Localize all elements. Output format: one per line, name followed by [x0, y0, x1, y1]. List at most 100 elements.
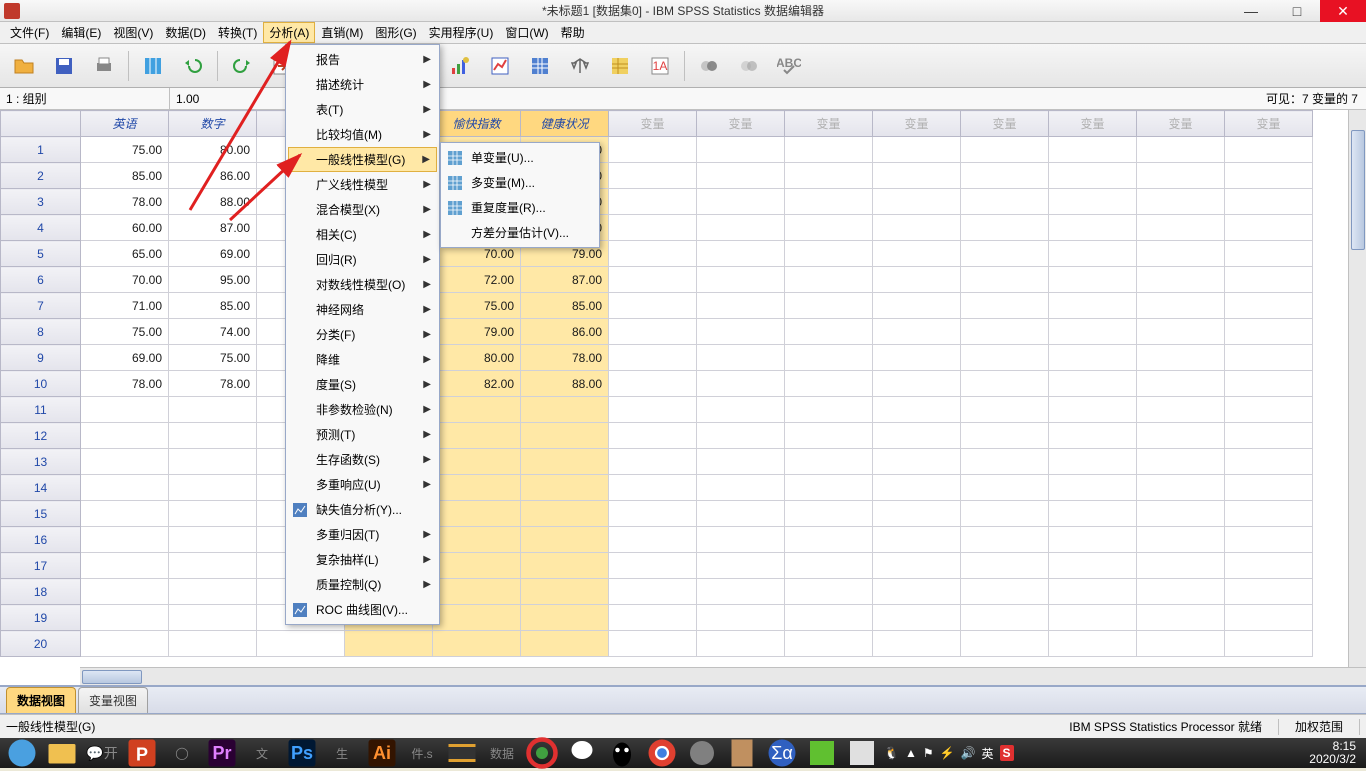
column-header[interactable]: 变量	[1137, 111, 1225, 137]
analyze-item-回归R[interactable]: 回归(R)▶	[288, 247, 437, 272]
analyze-item-ROC曲线图V[interactable]: ROC 曲线图(V)...	[288, 597, 437, 622]
data-cell[interactable]	[873, 163, 961, 189]
data-cell[interactable]	[81, 397, 169, 423]
data-cell[interactable]	[1225, 579, 1313, 605]
data-cell[interactable]	[169, 397, 257, 423]
data-cell[interactable]	[1137, 241, 1225, 267]
data-cell[interactable]	[521, 423, 609, 449]
data-cell[interactable]	[697, 397, 785, 423]
taskbar-clock[interactable]: 8:15 2020/3/2	[1309, 740, 1362, 766]
maximize-button[interactable]: □	[1274, 0, 1320, 22]
row-header[interactable]: 16	[1, 527, 81, 553]
data-cell[interactable]	[169, 475, 257, 501]
data-cell[interactable]: 79.00	[433, 319, 521, 345]
data-cell[interactable]	[609, 241, 697, 267]
data-cell[interactable]	[1137, 397, 1225, 423]
data-cell[interactable]: 72.00	[433, 267, 521, 293]
data-cell[interactable]	[609, 189, 697, 215]
row-header[interactable]: 17	[1, 553, 81, 579]
data-cell[interactable]	[1137, 345, 1225, 371]
data-cell[interactable]	[961, 293, 1049, 319]
data-cell[interactable]: 69.00	[81, 345, 169, 371]
data-cell[interactable]	[609, 449, 697, 475]
data-cell[interactable]	[697, 553, 785, 579]
data-cell[interactable]	[81, 501, 169, 527]
data-cell[interactable]	[1049, 319, 1137, 345]
data-cell[interactable]	[1225, 501, 1313, 527]
analyze-item-降维[interactable]: 降维▶	[288, 347, 437, 372]
taskbar-powerpoint-icon[interactable]: P	[124, 740, 160, 766]
analyze-item-复杂抽样L[interactable]: 复杂抽样(L)▶	[288, 547, 437, 572]
data-cell[interactable]	[785, 267, 873, 293]
data-cell[interactable]	[961, 241, 1049, 267]
data-cell[interactable]	[521, 527, 609, 553]
data-cell[interactable]	[609, 475, 697, 501]
taskbar-illustrator-icon[interactable]: Ai	[364, 740, 400, 766]
data-cell[interactable]	[521, 449, 609, 475]
menu-实用程序u[interactable]: 实用程序(U)	[423, 22, 500, 43]
analyze-item-表T[interactable]: 表(T)▶	[288, 97, 437, 122]
chart-a-button[interactable]	[442, 50, 478, 82]
data-cell[interactable]	[433, 501, 521, 527]
data-cell[interactable]	[433, 527, 521, 553]
tray-expand-icon[interactable]: ▲	[905, 746, 917, 760]
tray-ime-icon[interactable]: 英	[982, 745, 994, 762]
print-button[interactable]	[86, 50, 122, 82]
data-cell[interactable]	[961, 423, 1049, 449]
horizontal-scrollbar[interactable]	[80, 667, 1366, 685]
column-header[interactable]: 变量	[1049, 111, 1137, 137]
taskbar-wechat-icon[interactable]: 💬开	[84, 740, 120, 766]
row-header[interactable]: 12	[1, 423, 81, 449]
data-cell[interactable]: 85.00	[521, 293, 609, 319]
data-cell[interactable]	[785, 605, 873, 631]
data-cell[interactable]	[785, 579, 873, 605]
data-cell[interactable]	[697, 215, 785, 241]
analyze-item-神经网络[interactable]: 神经网络▶	[288, 297, 437, 322]
data-cell[interactable]	[961, 371, 1049, 397]
data-cell[interactable]	[81, 631, 169, 657]
row-header[interactable]: 2	[1, 163, 81, 189]
data-cell[interactable]	[785, 475, 873, 501]
target-button[interactable]: 1A	[642, 50, 678, 82]
data-cell[interactable]	[873, 449, 961, 475]
data-cell[interactable]: 78.00	[81, 371, 169, 397]
data-cell[interactable]	[609, 527, 697, 553]
data-cell[interactable]	[785, 371, 873, 397]
analyze-item-相关C[interactable]: 相关(C)▶	[288, 222, 437, 247]
data-cell[interactable]	[1225, 397, 1313, 423]
data-cell[interactable]	[81, 475, 169, 501]
data-cell[interactable]	[1049, 449, 1137, 475]
data-cell[interactable]: 80.00	[433, 345, 521, 371]
data-cell[interactable]	[81, 553, 169, 579]
data-cell[interactable]	[1137, 319, 1225, 345]
data-cell[interactable]: 78.00	[521, 345, 609, 371]
data-cell[interactable]	[1137, 631, 1225, 657]
data-cell[interactable]	[697, 163, 785, 189]
data-cell[interactable]	[81, 527, 169, 553]
data-cell[interactable]	[609, 319, 697, 345]
data-cell[interactable]	[433, 397, 521, 423]
data-cell[interactable]	[1137, 215, 1225, 241]
glm-item-重复度量R[interactable]: 重复度量(R)...	[443, 195, 597, 220]
data-cell[interactable]	[1137, 423, 1225, 449]
data-cell[interactable]	[609, 267, 697, 293]
column-header[interactable]: 变量	[961, 111, 1049, 137]
data-cell[interactable]	[81, 423, 169, 449]
data-cell[interactable]	[697, 423, 785, 449]
data-cell[interactable]	[169, 605, 257, 631]
data-cell[interactable]	[961, 267, 1049, 293]
data-cell[interactable]	[1225, 241, 1313, 267]
data-cell[interactable]	[1049, 475, 1137, 501]
data-cell[interactable]	[609, 423, 697, 449]
data-cell[interactable]	[873, 605, 961, 631]
data-cell[interactable]	[433, 475, 521, 501]
data-cell[interactable]: 85.00	[169, 293, 257, 319]
data-cell[interactable]	[1137, 501, 1225, 527]
data-cell[interactable]	[785, 319, 873, 345]
taskbar-green-icon[interactable]	[804, 740, 840, 766]
cell-ref-name[interactable]: 1 : 组别	[0, 88, 170, 109]
menu-分析a[interactable]: 分析(A)	[263, 22, 315, 43]
data-cell[interactable]	[1049, 501, 1137, 527]
data-cell[interactable]	[1225, 267, 1313, 293]
data-cell[interactable]	[433, 423, 521, 449]
